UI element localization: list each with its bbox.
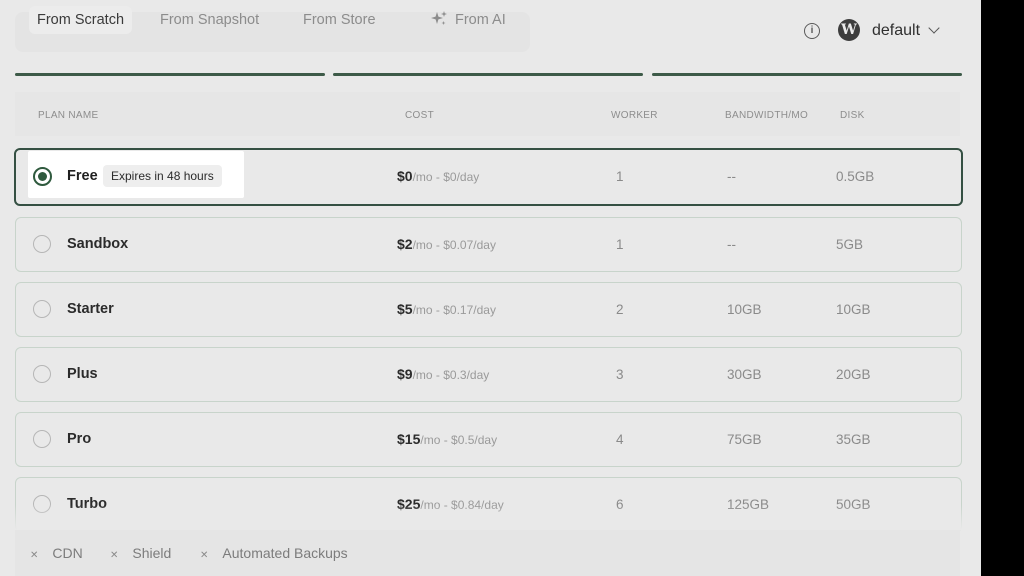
plan-disk: 0.5GB [836,169,875,184]
plan-row-pro[interactable]: Pro $15/mo - $0.5/day 4 75GB 35GB [15,412,962,467]
plan-disk: 35GB [836,432,871,447]
plan-disk: 5GB [836,237,864,252]
plan-row-starter[interactable]: Starter $5/mo - $0.17/day 2 10GB 10GB [15,282,962,337]
plan-cost: $9/mo - $0.3/day [397,366,490,382]
wordpress-icon: W [838,19,860,41]
screen-edge [981,0,1024,576]
plan-worker: 4 [616,432,624,447]
plan-name: Plus [67,366,98,382]
table-header [15,92,960,136]
info-icon[interactable]: i [804,23,820,39]
tab-from-scratch[interactable]: From Scratch [29,6,133,34]
plan-bandwidth: 30GB [727,367,762,382]
plan-name-free: Free [67,168,98,184]
column-cost: COST [405,110,434,121]
scroll-fade [0,505,981,530]
plan-worker: 2 [616,302,624,317]
column-plan-name: PLAN NAME [38,110,99,121]
plan-bandwidth: 75GB [727,432,762,447]
radio-checked-icon[interactable] [33,167,52,186]
plan-radio[interactable] [33,300,51,318]
expires-badge: Expires in 48 hours [103,165,222,187]
plan-cost: $15/mo - $0.5/day [397,431,498,447]
plan-worker: 1 [616,237,624,252]
plan-name: Sandbox [67,236,129,252]
plan-bandwidth: -- [727,169,736,184]
site-name: default [872,22,921,39]
plan-row-sandbox[interactable]: Sandbox $2/mo - $0.07/day 1 -- 5GB [15,217,962,272]
addon-shield[interactable]: ✕ Shield [110,545,171,561]
app-window: From Scratch From Snapshot From Store Fr… [0,0,981,576]
chevron-down-icon [928,22,940,34]
site-selector[interactable]: default [872,20,940,42]
plan-row-plus[interactable]: Plus $9/mo - $0.3/day 3 30GB 20GB [15,347,962,402]
step-progress-2 [333,73,643,76]
plan-cost: $0/mo - $0/day [397,168,480,184]
plan-bandwidth: -- [727,237,736,252]
close-icon: ✕ [200,550,209,561]
radio-dot [38,172,47,181]
close-icon: ✕ [110,550,119,561]
plan-worker: 3 [616,367,624,382]
step-progress-3 [652,73,962,76]
plan-worker: 1 [616,169,624,184]
sparkle-icon [431,11,447,25]
tab-from-ai[interactable]: From AI [430,6,506,34]
plan-radio[interactable] [33,430,51,448]
plan-bandwidth: 10GB [727,302,762,317]
plan-disk: 10GB [836,302,871,317]
plan-disk: 20GB [836,367,871,382]
addon-automated-backups[interactable]: ✕ Automated Backups [200,545,348,561]
column-bandwidth: BANDWIDTH/MO [725,110,809,121]
tab-from-snapshot[interactable]: From Snapshot [160,6,259,34]
step-progress-1 [15,73,325,76]
plan-radio[interactable] [33,235,51,253]
plan-name: Pro [67,431,92,447]
plan-radio[interactable] [33,365,51,383]
tab-from-store[interactable]: From Store [303,6,376,34]
plan-cost: $2/mo - $0.07/day [397,236,496,252]
tab-from-ai-label: From AI [455,12,506,28]
plan-name: Starter [67,301,114,317]
column-worker: WORKER [611,110,658,121]
close-icon: ✕ [30,550,39,561]
column-disk: DISK [840,110,865,121]
addon-cdn[interactable]: ✕ CDN [30,545,83,561]
plan-cost: $5/mo - $0.17/day [397,301,496,317]
